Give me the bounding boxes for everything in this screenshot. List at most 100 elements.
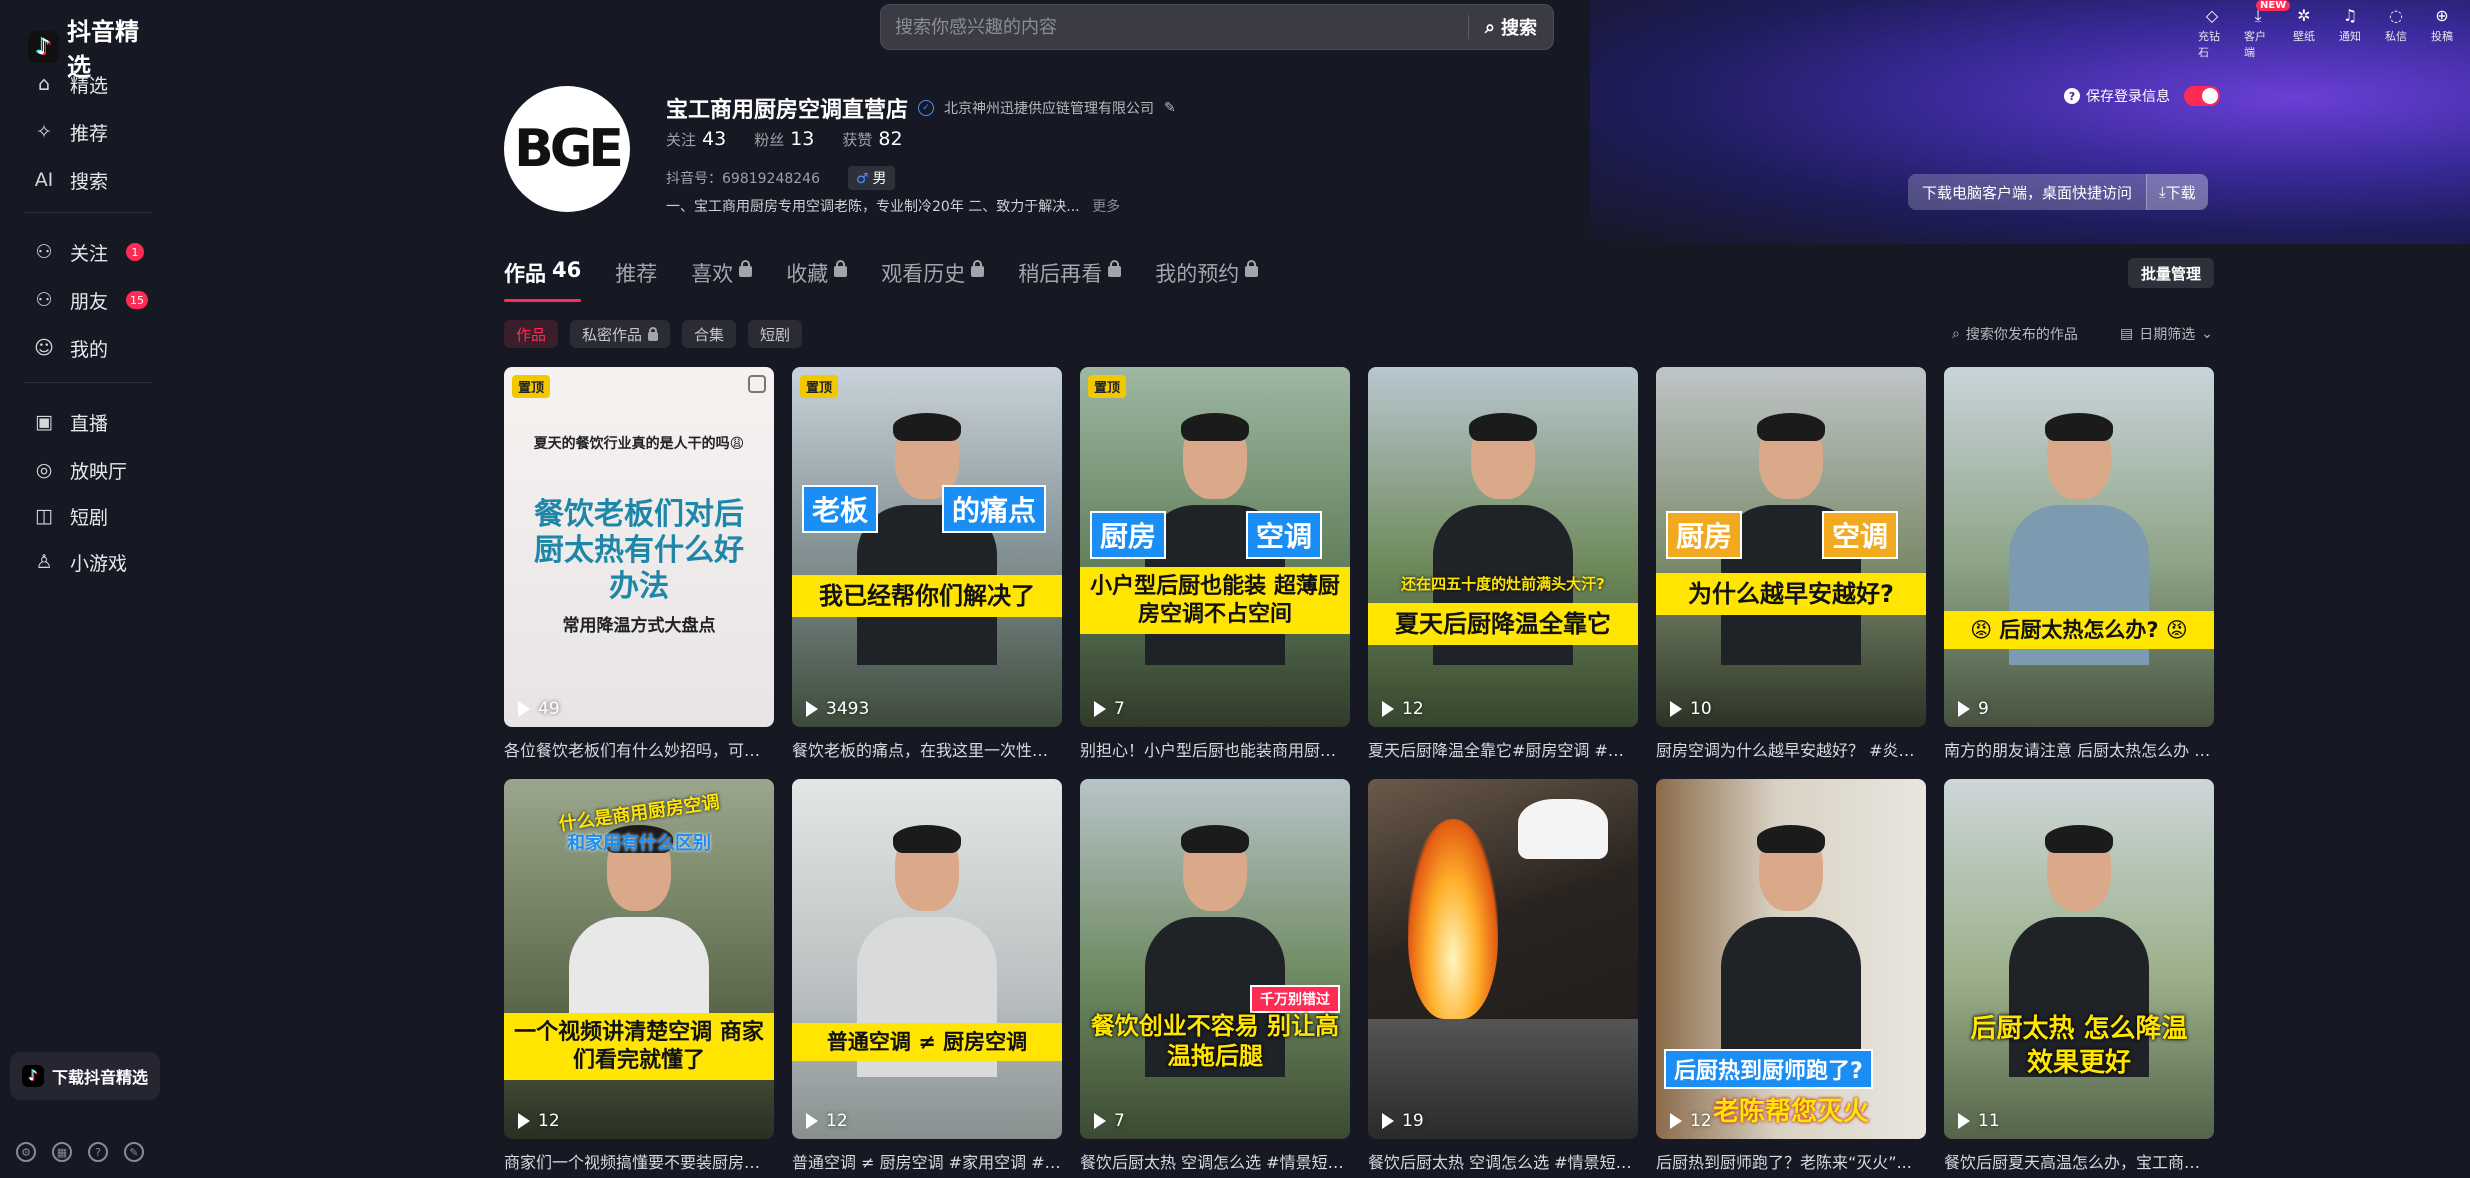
chip-works[interactable]: 作品 bbox=[504, 320, 559, 348]
video-card[interactable]: 19 餐饮后厨太热 空调怎么选 #情景短剧... bbox=[1368, 779, 1638, 1178]
sidebar-item-minigame[interactable]: ♙ 小游戏 bbox=[32, 542, 127, 582]
video-card[interactable]: 置顶 夏天的餐饮行业真的是人干的吗😩 餐饮老板们对后厨太热有什么好办法 常用降温… bbox=[504, 367, 774, 779]
client-download-button[interactable]: NEW ⤓ 客户端 bbox=[2244, 0, 2291, 60]
video-card[interactable]: 千万别错过 餐饮创业不容易 别让高温拖后腿 7 餐饮后厨太热 空调怎么选 #情景… bbox=[1080, 779, 1350, 1178]
settings-icon[interactable]: ⚙ bbox=[16, 1142, 36, 1162]
play-count: 12 bbox=[518, 1111, 560, 1131]
tab-history[interactable]: 观看历史 bbox=[881, 258, 985, 302]
video-grid: 置顶 夏天的餐饮行业真的是人干的吗😩 餐饮老板们对后厨太热有什么好办法 常用降温… bbox=[504, 367, 2214, 1178]
video-card[interactable]: 😡 后厨太热怎么办? 😡 9 南方的朋友请注意 后厨太热怎么办 #... bbox=[1944, 367, 2214, 779]
thumb-headline: 夏天后厨降温全靠它 bbox=[1368, 603, 1638, 645]
avatar[interactable]: BGE bbox=[504, 86, 630, 212]
play-count-value: 3493 bbox=[826, 699, 870, 719]
thumb-tag: 空调 bbox=[1246, 511, 1323, 559]
video-card[interactable]: 还在四五十度的灶前满头大汗? 夏天后厨降温全靠它 12 夏天后厨降温全靠它#厨房… bbox=[1368, 367, 1638, 779]
thumb-subtitle: 常用降温方式大盘点 bbox=[562, 616, 716, 636]
profile-org[interactable]: 北京神州迅捷供应链管理有限公司 bbox=[944, 98, 1154, 118]
wallpaper-button[interactable]: ✲ 壁纸 bbox=[2290, 6, 2318, 60]
sidebar-item-drama[interactable]: ◫ 短剧 bbox=[32, 496, 108, 536]
person-hair bbox=[1181, 413, 1249, 441]
gallery-icon bbox=[748, 375, 766, 393]
recharge-button[interactable]: ◇ 充钻石 bbox=[2198, 6, 2226, 60]
help-icon[interactable]: ? bbox=[2064, 88, 2080, 104]
feedback-icon[interactable]: ✎ bbox=[124, 1142, 144, 1162]
top-icon-label: 壁纸 bbox=[2293, 30, 2315, 43]
date-filter-dropdown[interactable]: ▤ 日期筛选 ⌄ bbox=[2120, 324, 2213, 344]
sidebar-item-theater[interactable]: ◎ 放映厅 bbox=[32, 450, 127, 490]
save-login-toggle[interactable] bbox=[2184, 86, 2220, 106]
sidebar-item-recommend[interactable]: ✧ 推荐 bbox=[32, 112, 108, 152]
thumb-tag: 的痛点 bbox=[942, 485, 1047, 533]
message-button[interactable]: ◌ 私信 bbox=[2382, 6, 2410, 60]
play-count: 12 bbox=[806, 1111, 848, 1131]
search-button-label: 搜索 bbox=[1501, 18, 1537, 39]
sidebar-item-mine[interactable]: ☺ 我的 bbox=[32, 328, 108, 368]
download-pc-button[interactable]: ⤓ 下载 bbox=[2146, 174, 2208, 210]
gender-label: 男 bbox=[872, 171, 887, 187]
search-button[interactable]: ⌕ 搜索 bbox=[1469, 5, 1553, 49]
stat-value: 82 bbox=[878, 128, 903, 150]
apps-icon[interactable]: ▦ bbox=[52, 1142, 72, 1162]
video-thumbnail: 什么是商用厨房空调 和家用有什么区别 一个视频讲清楚空调 商家们看完就懂了 12 bbox=[504, 779, 774, 1139]
tab-reservations[interactable]: 我的预约 bbox=[1155, 258, 1259, 302]
thumb-headline: 后厨太热 怎么降温效果更好 bbox=[1970, 1014, 2188, 1078]
profile-stats: 关注 43 粉丝 13 获赞 82 bbox=[666, 128, 903, 150]
search-works-button[interactable]: ⌕ 搜索你发布的作品 bbox=[1952, 324, 2078, 344]
tab-label: 稍后再看 bbox=[1018, 262, 1103, 286]
video-thumbnail: 置顶 厨房 空调 小户型后厨也能装 超薄厨房空调不占空间 7 bbox=[1080, 367, 1350, 727]
tab-watch-later[interactable]: 稍后再看 bbox=[1018, 258, 1122, 302]
video-card[interactable]: 后厨热到厨师跑了? 老陈帮您灭火 12 后厨热到厨师跑了？老陈来“灭火”... bbox=[1656, 779, 1926, 1178]
video-card[interactable]: 置顶 老板 的痛点 我已经帮你们解决了 3493 餐饮老板的痛点，在我这里一次性… bbox=[792, 367, 1062, 779]
sidebar-item-live[interactable]: ▣ 直播 bbox=[32, 402, 108, 442]
tab-likes[interactable]: 喜欢 bbox=[691, 258, 753, 302]
video-card[interactable]: 什么是商用厨房空调 和家用有什么区别 一个视频讲清楚空调 商家们看完就懂了 12… bbox=[504, 779, 774, 1178]
thumb-headline: 小户型后厨也能装 超薄厨房空调不占空间 bbox=[1080, 567, 1350, 634]
person-hair bbox=[893, 825, 961, 853]
profile-bio: 一、宝工商用厨房专用空调老陈，专业制冷20年 二、致力于解决... 更多 bbox=[666, 196, 1120, 216]
help-icon[interactable]: ? bbox=[88, 1142, 108, 1162]
edit-icon[interactable]: ✎ bbox=[1164, 100, 1176, 116]
following-stat[interactable]: 关注 43 bbox=[666, 128, 726, 150]
sidebar-item-featured[interactable]: ⌂ 精选 bbox=[32, 64, 108, 104]
sidebar-item-label: 短剧 bbox=[70, 506, 109, 529]
play-count: 49 bbox=[518, 699, 560, 719]
stat-label: 关注 bbox=[666, 131, 697, 149]
upload-button[interactable]: ⊕ 投稿 bbox=[2428, 6, 2456, 60]
video-card[interactable]: 普通空调 ≠ 厨房空调 12 普通空调 ≠ 厨房空调 #家用空调 #后... bbox=[792, 779, 1062, 1178]
search-input[interactable] bbox=[881, 5, 1468, 49]
person-hair bbox=[1181, 825, 1249, 853]
video-caption: 各位餐饮老板们有什么妙招吗，可以... bbox=[504, 741, 774, 760]
chip-short-drama[interactable]: 短剧 bbox=[748, 320, 803, 348]
likes-stat[interactable]: 获赞 82 bbox=[842, 128, 902, 150]
tab-recommend[interactable]: 推荐 bbox=[615, 258, 657, 302]
search-icon: ⌕ bbox=[1484, 16, 1495, 38]
sidebar-item-friends[interactable]: ⚇ 朋友 15 bbox=[32, 280, 149, 320]
new-badge: NEW bbox=[2256, 0, 2291, 11]
tab-works[interactable]: 作品 46 bbox=[504, 258, 582, 302]
sidebar-item-search[interactable]: AI 搜索 bbox=[32, 160, 108, 200]
download-app-button[interactable]: ♪ 下载抖音精选 bbox=[10, 1052, 160, 1100]
video-card[interactable]: 置顶 厨房 空调 小户型后厨也能装 超薄厨房空调不占空间 7 别担心！小户型后厨… bbox=[1080, 367, 1350, 779]
sparkle-icon: ✧ bbox=[36, 121, 52, 143]
tab-favorites[interactable]: 收藏 bbox=[786, 258, 848, 302]
sidebar-item-follow[interactable]: ⚇ 关注 1 bbox=[32, 232, 145, 272]
followers-stat[interactable]: 粉丝 13 bbox=[754, 128, 814, 150]
video-thumbnail: 置顶 夏天的餐饮行业真的是人干的吗😩 餐饮老板们对后厨太热有什么好办法 常用降温… bbox=[504, 367, 774, 727]
chip-collections[interactable]: 合集 bbox=[682, 320, 737, 348]
thumb-headline: 餐饮老板们对后厨太热有什么好办法 bbox=[534, 497, 744, 604]
chip-private[interactable]: 私密作品 bbox=[570, 320, 671, 348]
notification-button[interactable]: ♫ 通知 bbox=[2336, 6, 2364, 60]
lock-icon bbox=[1245, 260, 1259, 277]
notification-badge: 1 bbox=[126, 243, 145, 261]
sidebar: ♪ 抖音精选 ⌂ 精选 ✧ 推荐 AI 搜索 ⚇ 关注 1 ⚇ 朋友 15 ☺ … bbox=[0, 0, 160, 1178]
video-card[interactable]: 厨房 空调 为什么越早安越好? 10 厨房空调为什么越早安越好？ #炎炎... bbox=[1656, 367, 1926, 779]
thumb-headline: 😡 后厨太热怎么办? 😡 bbox=[1944, 611, 2214, 650]
thumb-headline: 一个视频讲清楚空调 商家们看完就懂了 bbox=[504, 1013, 774, 1080]
play-icon bbox=[518, 701, 530, 717]
play-count-value: 10 bbox=[1690, 699, 1712, 719]
bio-more-link[interactable]: 更多 bbox=[1092, 199, 1120, 215]
batch-manage-button[interactable]: 批量管理 bbox=[2128, 258, 2214, 288]
play-count-value: 9 bbox=[1978, 699, 1989, 719]
video-card[interactable]: 后厨太热 怎么降温效果更好 11 餐饮后厨夏天高温怎么办，宝工商用... bbox=[1944, 779, 2214, 1178]
video-caption: 后厨热到厨师跑了？老陈来“灭火”... bbox=[1656, 1153, 1912, 1172]
